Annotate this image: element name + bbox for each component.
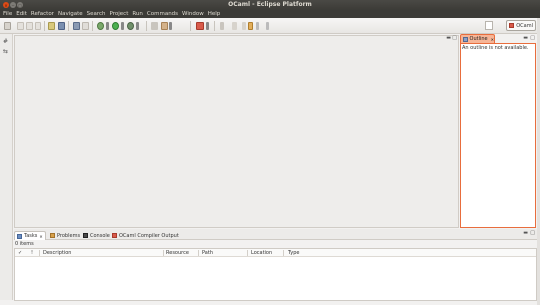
pin-icon[interactable] [220,22,224,30]
toolbar-separator [214,21,215,31]
outline-tab-label: Outline [469,36,488,42]
column-path[interactable]: Path [202,250,213,256]
close-icon[interactable]: ✕ [39,234,42,239]
open-folder-icon[interactable] [73,22,80,30]
run-icon[interactable] [112,22,119,30]
outline-content: An outline is not available. [460,43,536,228]
forward-icon[interactable] [248,22,253,30]
bottom-minimize-button[interactable]: ▬ [523,230,528,236]
perspective-ocaml-button[interactable]: OCaml [506,20,536,31]
perspective-label: OCaml [516,22,533,29]
open-type-icon[interactable] [48,22,55,30]
tab-tasks[interactable]: Tasks ✕ [14,231,46,240]
back-dropdown-icon[interactable] [242,22,246,30]
ocaml-toolbar-icon[interactable] [196,22,204,30]
menu-edit[interactable]: Edit [16,11,27,17]
column-priority[interactable]: ! [31,250,33,256]
console-icon [83,233,88,238]
column-location[interactable]: Location [251,250,272,256]
outline-view: Outline ✕ ▬ □ An outline is not availabl… [459,33,537,228]
tab-ocaml-compiler-output[interactable]: OCaml Compiler Output [110,231,181,240]
main-toolbar: OCaml [0,18,540,34]
tab-outline[interactable]: Outline ✕ [460,34,495,43]
outline-header: Outline ✕ ▬ □ [459,33,537,43]
new-icon[interactable] [4,22,11,30]
bottom-maximize-button[interactable]: □ [530,230,535,236]
bottom-tab-bar: Tasks ✕ Problems Console OCaml Compiler … [14,229,537,240]
open-perspective-button[interactable] [485,21,493,30]
ocaml-output-icon [112,233,117,238]
outline-maximize-button[interactable]: □ [530,35,535,41]
run-dropdown-icon[interactable] [121,22,124,30]
column-type[interactable]: Type [288,250,299,256]
print-icon[interactable] [35,22,41,30]
external-tools-dropdown-icon[interactable] [136,22,139,30]
external-tools-icon[interactable] [127,22,134,30]
column-description[interactable]: Description [43,250,71,256]
column-check[interactable]: ✓ [18,250,22,256]
tab-console[interactable]: Console [81,231,112,240]
next-annotation-icon[interactable] [161,22,168,30]
next-annotation-dropdown-icon[interactable] [169,22,172,30]
search-icon[interactable] [151,22,158,30]
menu-navigate[interactable]: Navigate [58,11,83,17]
build-icon[interactable] [58,22,65,30]
column-divider [247,250,248,256]
menu-window[interactable]: Window [182,11,204,17]
bottom-panel: Tasks ✕ Problems Console OCaml Compiler … [14,229,537,301]
tab-ocaml-compiler-output-label: OCaml Compiler Output [119,232,179,239]
tasks-icon [17,233,22,239]
menu-search[interactable]: Search [87,11,106,17]
problems-icon [50,233,55,238]
back-icon[interactable] [232,22,237,30]
menu-file[interactable]: File [3,11,12,17]
menu-project[interactable]: Project [110,11,129,17]
menu-commands[interactable]: Commands [147,11,178,17]
toolbar-separator [92,21,93,31]
menu-refactor[interactable]: Refactor [31,11,54,17]
toolbar-separator [190,21,191,31]
tasks-table-header: ✓ ! Description Resource Path Location T… [15,249,536,257]
restore-icon[interactable]: # [3,38,8,45]
debug-icon[interactable] [97,22,104,30]
menu-run[interactable]: Run [132,11,143,17]
outline-minimize-button[interactable]: ▬ [523,35,528,41]
tab-tasks-label: Tasks [24,233,38,239]
toolbar-separator [146,21,147,31]
column-resource[interactable]: Resource [166,250,189,256]
tasks-table[interactable]: ✓ ! Description Resource Path Location T… [14,248,537,301]
title-bar: × − □ OCaml - Eclipse Platform [0,0,540,10]
column-divider [198,250,199,256]
column-divider [39,250,40,256]
outline-empty-message: An outline is not available. [462,45,529,51]
forward-dropdown-icon[interactable] [256,22,259,30]
last-edit-icon[interactable] [266,22,269,30]
file-icon[interactable] [82,22,89,30]
toolbar-separator [44,21,45,31]
tab-console-label: Console [90,232,110,239]
editor-minimize-button[interactable]: ▬ [446,35,451,41]
editor-maximize-button[interactable]: □ [452,35,457,41]
tab-problems-label: Problems [57,232,81,239]
toolbar-separator [68,21,69,31]
save-all-icon[interactable] [26,22,33,30]
ocaml-toolbar-dropdown-icon[interactable] [206,22,209,30]
menu-bar: File Edit Refactor Navigate Search Proje… [0,10,540,18]
save-icon[interactable] [17,22,24,30]
column-divider [283,250,284,256]
trim-view-icon[interactable]: ⇆ [3,48,8,55]
close-icon[interactable]: ✕ [491,37,494,42]
outline-icon [463,36,468,42]
new-dropdown-icon[interactable] [12,22,15,30]
window-title: OCaml - Eclipse Platform [228,1,312,8]
tab-problems[interactable]: Problems [48,231,82,240]
column-divider [163,250,164,256]
ocaml-perspective-icon [509,23,515,28]
menu-help[interactable]: Help [208,11,221,17]
debug-dropdown-icon[interactable] [106,22,109,30]
items-count: 0 items [15,241,34,247]
editor-area[interactable]: ▬ □ [14,35,459,228]
left-trim-bar: # ⇆ [0,34,13,300]
